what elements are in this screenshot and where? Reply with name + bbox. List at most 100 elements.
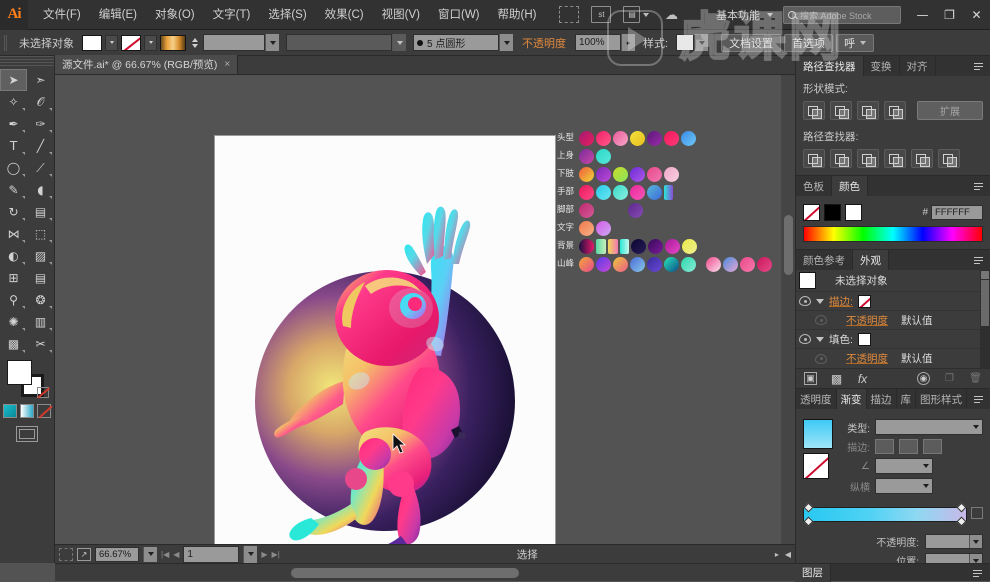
disclosure-triangle-icon[interactable] — [816, 336, 824, 342]
swatch[interactable] — [648, 239, 663, 254]
tab-stroke[interactable]: 描边 — [866, 389, 897, 409]
minus-front-button[interactable] — [830, 101, 852, 120]
toolbar-drag-handle[interactable] — [0, 56, 54, 67]
menu-view[interactable]: 视图(V) — [373, 0, 429, 30]
stroke-profile-swatch[interactable] — [160, 34, 186, 51]
clear-appearance-button[interactable]: ◉ — [917, 372, 930, 385]
swatch[interactable] — [647, 131, 662, 146]
bridge-icon[interactable] — [559, 6, 580, 23]
eyedropper-tool[interactable]: ⚲ — [0, 289, 27, 311]
stroke-weight-caret-icon[interactable] — [265, 34, 279, 51]
expand-button[interactable]: 扩展 — [917, 101, 983, 120]
menu-select[interactable]: 选择(S) — [259, 0, 315, 30]
swatch[interactable] — [579, 167, 594, 182]
menu-file[interactable]: 文件(F) — [34, 0, 90, 30]
style-caret-icon[interactable] — [694, 34, 709, 51]
tab-appearance[interactable]: 外观 — [853, 250, 889, 270]
search-input[interactable]: 搜索 Adobe Stock — [783, 6, 901, 24]
scrollbar-thumb[interactable] — [784, 215, 793, 275]
tab-pathfinder[interactable]: 路径查找器 — [796, 56, 864, 76]
status-left-arrow-icon[interactable]: ◀ — [785, 550, 791, 559]
fill-color-control[interactable] — [7, 360, 32, 385]
shape-builder-tool[interactable]: ◐ — [0, 245, 27, 267]
tab-color-guide[interactable]: 颜色参考 — [796, 250, 853, 270]
panel-menu-icon[interactable] — [974, 254, 986, 266]
style-field[interactable] — [676, 34, 709, 51]
swatch[interactable] — [628, 203, 643, 218]
arrange-documents-icon[interactable]: ▤ — [623, 6, 650, 23]
tab-transform[interactable]: 变换 — [863, 56, 900, 76]
swatch[interactable] — [630, 185, 645, 200]
artboard-fit-icon[interactable] — [59, 547, 73, 561]
swatch[interactable] — [596, 257, 611, 272]
line-segment-tool[interactable]: ╱ — [27, 135, 54, 157]
visibility-eye-icon[interactable] — [815, 315, 827, 325]
pen-tool[interactable]: ✒ — [0, 113, 27, 135]
swatch[interactable] — [630, 131, 645, 146]
swatch[interactable] — [579, 221, 594, 236]
none-color-icon[interactable] — [37, 387, 50, 399]
add-new-effect-button[interactable]: fx — [856, 372, 869, 386]
brush-caret-icon[interactable] — [499, 34, 513, 51]
direct-selection-tool[interactable]: ➣ — [27, 69, 54, 91]
swatch[interactable] — [664, 167, 679, 182]
gradient-type-select[interactable] — [875, 419, 983, 435]
swatch[interactable] — [664, 131, 679, 146]
delete-item-button[interactable]: 🗑 — [969, 372, 982, 385]
eraser-tool[interactable]: ◖ — [27, 179, 54, 201]
gradient-midpoint[interactable] — [956, 502, 967, 513]
gradient-button[interactable] — [20, 404, 34, 418]
menu-edit[interactable]: 编辑(E) — [90, 0, 146, 30]
white-swatch[interactable] — [845, 204, 862, 221]
share-icon[interactable]: ↗ — [77, 547, 91, 561]
divide-button[interactable] — [803, 149, 825, 168]
gradient-slider[interactable] — [803, 502, 967, 527]
exclude-button[interactable] — [884, 101, 906, 120]
duplicate-item-button[interactable]: ❐ — [943, 372, 956, 385]
mesh-tool[interactable]: ⊞ — [0, 267, 27, 289]
gradient-ratio-input[interactable] — [875, 478, 933, 494]
swatch[interactable] — [631, 239, 646, 254]
type-tool[interactable]: T — [0, 135, 27, 157]
tab-layers[interactable]: 图层 — [795, 563, 831, 582]
document-tab[interactable]: 源文件.ai* @ 66.67% (RGB/预览) × — [55, 55, 239, 74]
swatch[interactable] — [608, 239, 618, 254]
tab-libraries[interactable]: 库 — [896, 389, 916, 409]
perspective-grid-tool[interactable]: ▨ — [27, 245, 54, 267]
menu-help[interactable]: 帮助(H) — [489, 0, 546, 30]
gradient-opacity-input[interactable] — [925, 534, 983, 549]
canvas-vertical-scrollbar[interactable] — [781, 75, 795, 553]
color-button[interactable] — [3, 404, 17, 418]
screen-mode-button[interactable] — [16, 426, 38, 442]
swatch[interactable] — [682, 239, 697, 254]
paintbrush-tool[interactable]: ⟋ — [27, 157, 54, 179]
ellipse-tool[interactable]: ◯ — [0, 157, 27, 179]
stroke-thumbnail[interactable] — [857, 294, 871, 308]
hex-input[interactable]: FFFFFF — [931, 205, 983, 220]
stroke-gradient-along-button[interactable] — [899, 439, 918, 454]
lasso-tool[interactable]: 𝒪 — [27, 91, 54, 113]
magic-wand-tool[interactable]: ✧ — [0, 91, 27, 113]
tab-graphic-styles[interactable]: 图形样式 — [916, 389, 967, 409]
artboard-nav-last[interactable]: ▶| — [272, 550, 280, 559]
gradient-midpoint[interactable] — [803, 502, 814, 513]
zoom-level-input[interactable]: 66.67% — [95, 546, 139, 562]
menu-effect[interactable]: 效果(C) — [316, 0, 373, 30]
add-new-fill-button[interactable]: ▩ — [830, 372, 843, 386]
gradient-angle-input[interactable] — [875, 458, 933, 474]
swatch[interactable] — [613, 185, 628, 200]
scrollbar-thumb[interactable] — [291, 568, 519, 578]
stroke-profile-caret-icon[interactable] — [392, 34, 406, 51]
free-transform-tool[interactable]: ⬚ — [27, 223, 54, 245]
stroke-gradient-within-button[interactable] — [875, 439, 894, 454]
tab-transparency[interactable]: 透明度 — [796, 389, 837, 409]
swatch[interactable] — [706, 257, 721, 272]
panel-menu-icon[interactable] — [974, 180, 986, 192]
swatch[interactable] — [647, 185, 662, 200]
stock-icon[interactable]: st — [591, 6, 612, 23]
stroke-dropdown[interactable] — [144, 34, 157, 51]
artboard-nav-next[interactable]: ▶ — [261, 550, 267, 559]
gradient-stop[interactable] — [803, 516, 814, 527]
panel-menu-icon[interactable] — [974, 393, 986, 405]
swatch[interactable] — [579, 257, 594, 272]
